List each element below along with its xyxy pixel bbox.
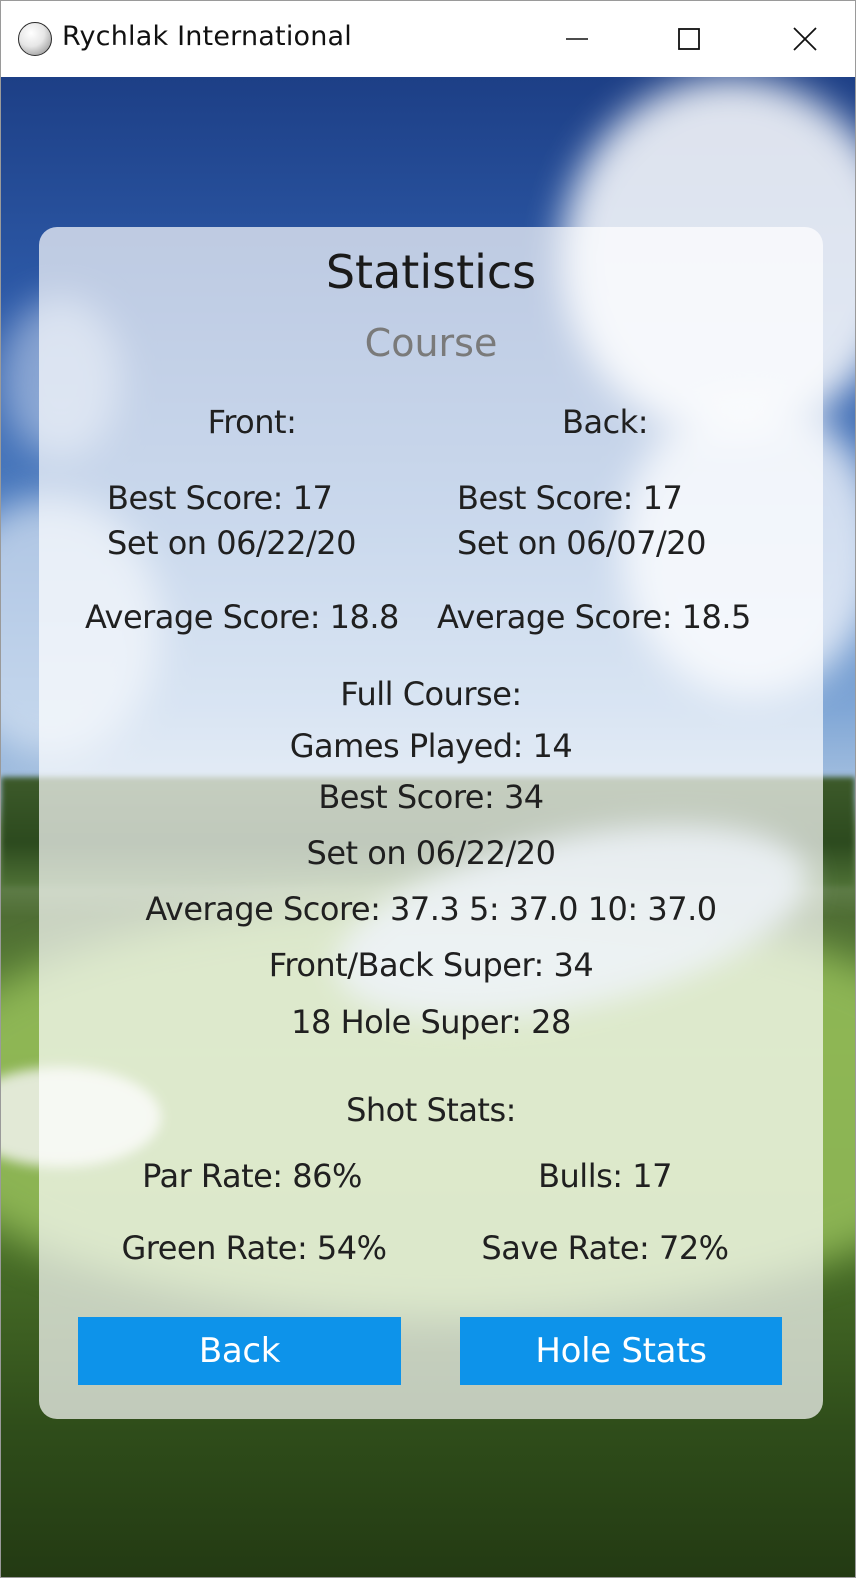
full-course-label: Full Course: xyxy=(340,675,522,713)
close-button[interactable] xyxy=(749,1,855,77)
hole-stats-button[interactable]: Hole Stats xyxy=(460,1317,782,1385)
front-back-super: Front/Back Super: 34 xyxy=(268,946,594,984)
hole18-super: 18 Hole Super: 28 xyxy=(291,1003,571,1041)
app-window: Rychlak International Statistics Course … xyxy=(0,0,856,1578)
page-title: Statistics xyxy=(325,245,537,299)
front-best-score: Best Score: 17 xyxy=(107,479,333,517)
title-bar[interactable]: Rychlak International xyxy=(1,1,855,77)
shot-stats-label: Shot Stats: xyxy=(346,1091,516,1129)
full-set-on: Set on 06/22/20 xyxy=(306,834,556,872)
back-button[interactable]: Back xyxy=(78,1317,401,1385)
full-average: Average Score: 37.3 5: 37.0 10: 37.0 xyxy=(145,890,717,928)
maximize-button[interactable] xyxy=(633,1,745,77)
maximize-icon xyxy=(678,28,700,50)
back-label: Back: xyxy=(562,403,648,441)
full-best-score: Best Score: 34 xyxy=(318,778,544,816)
games-played: Games Played: 14 xyxy=(289,727,573,765)
save-rate: Save Rate: 72% xyxy=(481,1229,729,1267)
golf-course-background: Statistics Course Front: Best Score: 17 … xyxy=(1,77,855,1577)
minimize-icon xyxy=(566,38,588,40)
green-rate: Green Rate: 54% xyxy=(121,1229,387,1267)
front-average: Average Score: 18.8 xyxy=(85,598,399,636)
golf-ball-icon xyxy=(18,22,52,56)
window-title: Rychlak International xyxy=(62,21,353,52)
close-icon xyxy=(793,27,817,51)
front-set-on: Set on 06/22/20 xyxy=(107,524,356,562)
front-label: Front: xyxy=(207,403,297,441)
statistics-panel: Statistics Course Front: Best Score: 17 … xyxy=(39,227,823,1419)
bulls: Bulls: 17 xyxy=(538,1157,672,1195)
back-set-on: Set on 06/07/20 xyxy=(457,524,706,562)
minimize-button[interactable] xyxy=(521,1,633,77)
par-rate: Par Rate: 86% xyxy=(142,1157,362,1195)
page-subtitle: Course xyxy=(364,321,498,365)
back-best-score: Best Score: 17 xyxy=(457,479,683,517)
back-average: Average Score: 18.5 xyxy=(437,598,751,636)
